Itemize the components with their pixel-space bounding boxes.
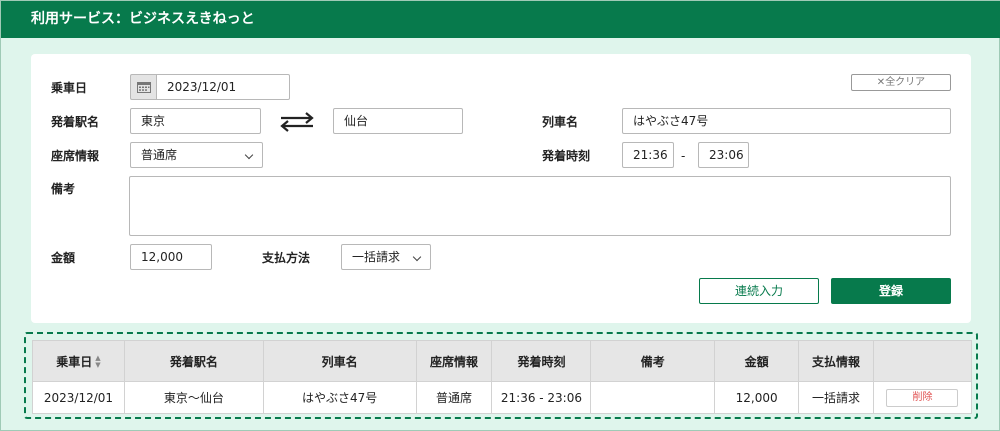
remarks-textarea[interactable] bbox=[129, 176, 951, 236]
table-row: 2023/12/01 東京〜仙台 はやぶさ47号 普通席 21:36 - 23:… bbox=[32, 381, 973, 414]
seat-info-select[interactable]: 普通席 bbox=[130, 142, 263, 168]
swap-stations-icon[interactable] bbox=[279, 111, 315, 133]
seat-info-label: 座席情報 bbox=[51, 149, 100, 163]
amount-label: 金額 bbox=[51, 251, 76, 265]
boarding-date-label: 乗車日 bbox=[51, 81, 88, 95]
boarding-date-input[interactable]: 2023/12/01 bbox=[156, 74, 290, 100]
results-table-container: 乗車日 ▲ ▼ 発着駅名 列車名 座席情報 発着時刻 備考 金額 支払情報 2023… bbox=[24, 332, 978, 419]
cell-train: はやぶさ47号 bbox=[262, 381, 417, 414]
column-header-date[interactable]: 乗車日 ▲ ▼ bbox=[32, 340, 125, 382]
chevron-down-icon bbox=[244, 150, 254, 160]
cell-date: 2023/12/01 bbox=[32, 381, 125, 414]
remarks-label: 備考 bbox=[51, 182, 76, 196]
column-header-seat: 座席情報 bbox=[415, 340, 493, 382]
cell-remarks bbox=[590, 381, 716, 414]
app-window: 利用サービス：ビジネスえきねっと ✕全クリア 乗車日 2023/12/01 発着… bbox=[0, 0, 1000, 431]
seat-info-value: 普通席 bbox=[141, 148, 178, 162]
train-name-input[interactable]: はやぶさ47号 bbox=[622, 108, 951, 134]
results-table: 乗車日 ▲ ▼ 発着駅名 列車名 座席情報 発着時刻 備考 金額 支払情報 2023… bbox=[32, 340, 973, 414]
time-separator: - bbox=[681, 149, 686, 163]
register-button[interactable]: 登録 bbox=[831, 278, 951, 304]
column-header-train: 列車名 bbox=[262, 340, 417, 382]
column-header-stations: 発着駅名 bbox=[123, 340, 264, 382]
train-name-label: 列車名 bbox=[542, 115, 579, 129]
cell-stations: 東京〜仙台 bbox=[123, 381, 264, 414]
amount-input[interactable]: 12,000 bbox=[130, 244, 212, 270]
column-header-actions bbox=[872, 340, 973, 382]
delete-button[interactable]: 削除 bbox=[886, 388, 959, 407]
clear-all-label: 全クリア bbox=[885, 77, 926, 88]
cell-actions: 削除 bbox=[872, 381, 973, 414]
page-title: 利用サービス：ビジネスえきねっと bbox=[1, 1, 1000, 38]
cell-times: 21:36 - 23:06 bbox=[491, 381, 592, 414]
payment-method-value: 一括請求 bbox=[352, 250, 401, 264]
column-header-payment: 支払情報 bbox=[798, 340, 874, 382]
calendar-icon[interactable] bbox=[130, 74, 156, 100]
column-header-date-label: 乗車日 bbox=[56, 354, 93, 369]
payment-method-label: 支払方法 bbox=[262, 251, 311, 265]
column-header-remarks: 備考 bbox=[590, 340, 716, 382]
cell-amount: 12,000 bbox=[714, 381, 800, 414]
stations-label: 発着駅名 bbox=[51, 115, 100, 129]
departure-station-input[interactable]: 東京 bbox=[130, 108, 261, 134]
entry-form: ✕全クリア 乗車日 2023/12/01 発着駅名 東京 仙台 列車名 はやぶさ… bbox=[31, 54, 971, 323]
chevron-down-icon bbox=[412, 252, 422, 262]
close-icon: ✕ bbox=[876, 77, 886, 88]
arrival-station-input[interactable]: 仙台 bbox=[333, 108, 463, 134]
continue-input-button[interactable]: 連続入力 bbox=[699, 278, 819, 304]
column-header-times: 発着時刻 bbox=[491, 340, 592, 382]
departure-time-input[interactable]: 21:36 bbox=[622, 142, 674, 168]
table-header-row: 乗車日 ▲ ▼ 発着駅名 列車名 座席情報 発着時刻 備考 金額 支払情報 bbox=[32, 340, 973, 382]
arrival-time-input[interactable]: 23:06 bbox=[698, 142, 749, 168]
times-label: 発着時刻 bbox=[542, 149, 591, 163]
sort-icon[interactable]: ▲ ▼ bbox=[95, 355, 100, 369]
column-header-amount: 金額 bbox=[714, 340, 800, 382]
payment-method-select[interactable]: 一括請求 bbox=[341, 244, 431, 270]
cell-seat: 普通席 bbox=[415, 381, 493, 414]
cell-payment: 一括請求 bbox=[798, 381, 874, 414]
clear-all-button[interactable]: ✕全クリア bbox=[851, 74, 951, 91]
